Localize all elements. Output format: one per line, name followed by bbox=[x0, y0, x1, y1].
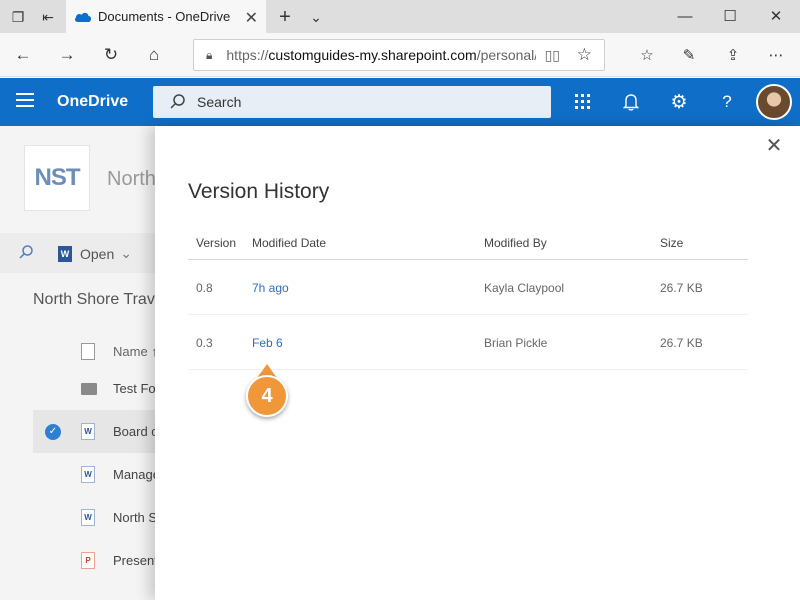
help-icon[interactable]: ? bbox=[715, 90, 739, 114]
search-box[interactable]: Search bbox=[153, 86, 551, 118]
search-placeholder: Search bbox=[197, 94, 241, 110]
step-callout-badge: 4 bbox=[246, 375, 288, 417]
home-icon[interactable]: ⌂ bbox=[143, 44, 165, 66]
word-icon: W bbox=[58, 246, 72, 262]
version-number: 0.8 bbox=[196, 281, 213, 295]
version-history-table: Version Modified Date Modified By Size 0… bbox=[188, 230, 748, 370]
notifications-bell-icon[interactable] bbox=[619, 90, 643, 114]
back-arrow-icon[interactable]: ← bbox=[12, 44, 34, 66]
tab-title: Documents - OneDrive bbox=[98, 9, 230, 24]
new-tab-icon[interactable]: + bbox=[275, 7, 295, 27]
minimize-icon[interactable]: — bbox=[675, 6, 695, 26]
settings-gear-icon[interactable]: ⚙ bbox=[667, 90, 691, 114]
version-size: 26.7 KB bbox=[660, 336, 703, 350]
site-logo-text: NST bbox=[35, 164, 80, 192]
column-header-version: Version bbox=[196, 236, 236, 250]
tab-actions-icon[interactable]: ❐ bbox=[8, 7, 28, 27]
word-doc-icon: W bbox=[81, 423, 95, 440]
onedrive-header: OneDrive Search ⚙ ? bbox=[0, 78, 800, 126]
file-name: Test Fol bbox=[113, 381, 159, 396]
forward-arrow-icon[interactable]: → bbox=[56, 44, 78, 66]
column-header-modified-by: Modified By bbox=[484, 236, 547, 250]
column-header-name[interactable]: Name ↑ bbox=[113, 344, 158, 359]
refresh-icon[interactable]: ↻ bbox=[100, 44, 122, 66]
file-name: Manage bbox=[113, 467, 160, 482]
window-close-icon[interactable]: ✕ bbox=[766, 6, 786, 26]
panel-title: Version History bbox=[188, 180, 329, 204]
list-item[interactable]: W Manage bbox=[33, 453, 160, 496]
more-menu-icon[interactable]: ⋯ bbox=[765, 44, 787, 66]
app-launcher-icon[interactable] bbox=[571, 90, 595, 114]
onedrive-cloud-icon bbox=[74, 11, 92, 23]
table-row: 0.3 Feb 6 Brian Pickle 26.7 KB bbox=[188, 315, 748, 370]
word-doc-icon: W bbox=[81, 509, 95, 526]
chevron-down-icon: ⌄ bbox=[120, 245, 132, 262]
version-author: Kayla Claypool bbox=[484, 281, 564, 295]
tab-close-icon[interactable]: ✕ bbox=[245, 8, 258, 28]
file-type-header-icon bbox=[81, 343, 95, 360]
version-date-link[interactable]: Feb 6 bbox=[252, 336, 283, 350]
brand-title[interactable]: OneDrive bbox=[57, 93, 128, 111]
url-field[interactable]: 🔒︎ https://customguides-my.sharepoint.co… bbox=[193, 39, 605, 71]
favorite-star-icon[interactable]: ☆ bbox=[577, 45, 592, 65]
library-title: North Shore Trav bbox=[33, 291, 155, 309]
open-button-label: Open bbox=[80, 246, 114, 262]
powerpoint-doc-icon: P bbox=[81, 552, 95, 569]
share-icon[interactable]: ⇪ bbox=[722, 44, 744, 66]
selected-check-icon[interactable]: ✓ bbox=[45, 424, 61, 440]
browser-tab-active[interactable]: Documents - OneDrive ✕ bbox=[66, 0, 266, 33]
version-author: Brian Pickle bbox=[484, 336, 547, 350]
panel-close-icon[interactable]: ✕ bbox=[765, 137, 783, 155]
list-item[interactable]: W North Sh bbox=[33, 496, 160, 539]
list-item[interactable]: ✓ W Board of bbox=[33, 410, 160, 453]
pen-notes-icon[interactable]: ✎ bbox=[678, 44, 700, 66]
version-number: 0.3 bbox=[196, 336, 213, 350]
folder-icon bbox=[81, 383, 97, 395]
set-aside-tabs-icon[interactable]: ⇤ bbox=[38, 7, 58, 27]
tab-list-chevron-icon[interactable]: ⌄ bbox=[306, 7, 326, 27]
search-icon bbox=[169, 93, 187, 111]
open-button[interactable]: W Open ⌄ bbox=[58, 245, 132, 262]
word-doc-icon: W bbox=[81, 466, 95, 483]
lock-icon: 🔒︎ bbox=[206, 48, 212, 63]
site-logo[interactable]: NST bbox=[24, 145, 90, 211]
list-item[interactable]: P Presenta bbox=[33, 539, 160, 582]
avatar[interactable] bbox=[756, 84, 792, 120]
browser-address-bar: ← → ↻ ⌂ 🔒︎ https://customguides-my.share… bbox=[0, 33, 800, 77]
version-date-link[interactable]: 7h ago bbox=[252, 281, 289, 295]
browser-tab-bar: ❐ ⇤ Documents - OneDrive ✕ + ⌄ — ☐ ✕ bbox=[0, 0, 800, 33]
table-header-row: Version Modified Date Modified By Size bbox=[188, 230, 748, 260]
command-search-icon[interactable] bbox=[18, 244, 34, 264]
list-item[interactable]: Test Fol bbox=[33, 367, 160, 410]
reading-view-icon[interactable]: ▯▯ bbox=[545, 47, 560, 64]
maximize-icon[interactable]: ☐ bbox=[720, 6, 740, 26]
site-name[interactable]: North bbox=[107, 168, 156, 191]
version-size: 26.7 KB bbox=[660, 281, 703, 295]
column-header-size: Size bbox=[660, 236, 683, 250]
url-text: https://customguides-my.sharepoint.com/p… bbox=[226, 47, 536, 63]
favorites-hub-icon[interactable]: ☆ bbox=[636, 44, 658, 66]
table-row: 0.8 7h ago Kayla Claypool 26.7 KB bbox=[188, 260, 748, 315]
nav-menu-icon[interactable] bbox=[16, 93, 34, 107]
column-header-modified-date: Modified Date bbox=[252, 236, 326, 250]
